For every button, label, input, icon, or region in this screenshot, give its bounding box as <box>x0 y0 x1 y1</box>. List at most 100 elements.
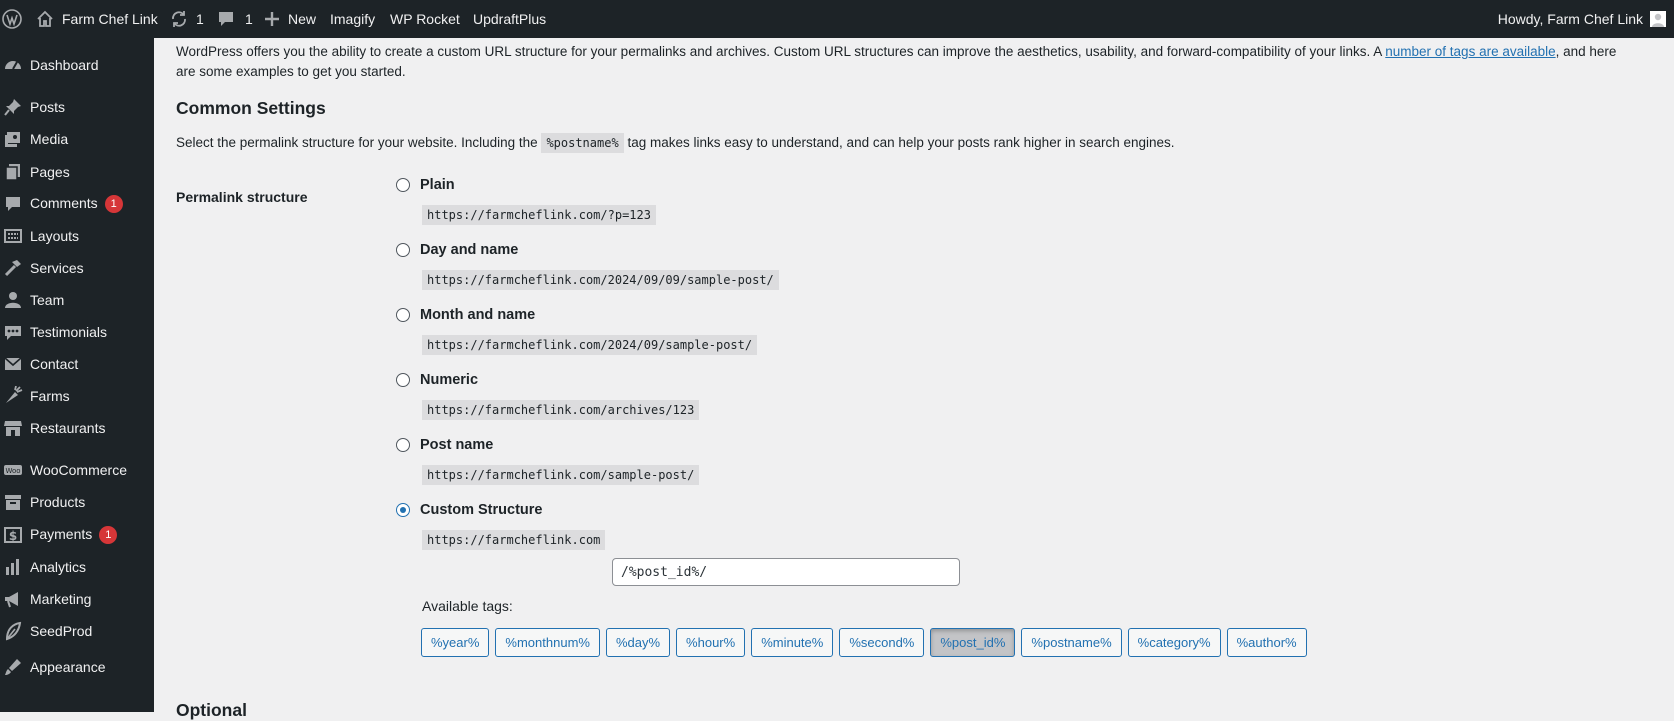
bar-chart-icon <box>3 557 23 577</box>
tag-button[interactable]: %author% <box>1226 628 1307 657</box>
option-label[interactable]: Plain <box>420 177 455 193</box>
sidebar-label-text: WooCommerce <box>30 462 127 478</box>
sidebar-item-label: Testimonials <box>30 324 107 340</box>
available-tags-list: %year% %monthnum% %day% %hour% %minute% %seco… <box>421 628 1307 657</box>
radio-month-and-name[interactable] <box>396 308 410 322</box>
sidebar-item-posts[interactable]: Posts <box>0 91 154 123</box>
comments-link[interactable]: 1 <box>217 0 253 38</box>
site-name-link[interactable]: Farm Chef Link <box>36 0 158 38</box>
dashboard-icon <box>3 55 23 75</box>
brush-icon <box>3 657 23 677</box>
sidebar-item-label: Dashboard <box>30 57 99 73</box>
tag-button[interactable]: %minute% <box>751 628 834 657</box>
tags-available-link[interactable]: number of tags are available <box>1385 44 1555 59</box>
sidebar-item-services[interactable]: Services <box>0 252 154 284</box>
tag-button[interactable]: %category% <box>1127 628 1221 657</box>
sidebar-item-woocommerce[interactable]: Woo WooCommerce <box>0 454 154 486</box>
sidebar-item-farms[interactable]: Farms <box>0 380 154 412</box>
seed-icon <box>3 621 23 641</box>
intro-paragraph: WordPress offers you the ability to crea… <box>176 42 1654 82</box>
new-content-link[interactable]: New <box>264 0 316 38</box>
intro-text: WordPress offers you the ability to crea… <box>176 44 1386 59</box>
email-icon <box>3 354 23 374</box>
sidebar-item-label: Services <box>30 260 84 276</box>
tag-button[interactable]: %day% <box>605 628 671 657</box>
sidebar-item-seedprod[interactable]: SeedProd <box>0 615 154 647</box>
sidebar-label-text: Products <box>30 494 86 510</box>
permalink-structure-label: Permalink structure <box>176 189 308 205</box>
sidebar-item-label: Media <box>30 131 68 147</box>
updates-link[interactable]: 1 <box>170 0 204 38</box>
sidebar-label-text: Restaurants <box>30 420 106 436</box>
radio-plain[interactable] <box>396 178 410 192</box>
sidebar-label-text: Team <box>30 292 65 308</box>
tag-button[interactable]: %year% <box>421 628 490 657</box>
sidebar-label-text: Dashboard <box>30 57 99 73</box>
sidebar-item-pages[interactable]: Pages <box>0 156 154 188</box>
site-name: Farm Chef Link <box>62 11 158 27</box>
sidebar-item-label: Contact <box>30 356 78 372</box>
admin-bar: Farm Chef Link 1 1 New Imagify WP Rocket… <box>0 0 1674 38</box>
option-label[interactable]: Post name <box>420 437 493 453</box>
sidebar-item-appearance[interactable]: Appearance <box>0 651 154 683</box>
sidebar-item-testimonials[interactable]: Testimonials <box>0 316 154 348</box>
sidebar-item-payments[interactable]: $ Payments 1 <box>0 519 154 551</box>
avatar <box>1650 11 1666 27</box>
my-account-link[interactable]: Howdy, Farm Chef Link <box>1498 0 1666 38</box>
available-tags-label: Available tags: <box>422 598 513 614</box>
svg-text:Woo: Woo <box>5 467 20 475</box>
tag-button[interactable]: %post_id% <box>930 628 1016 657</box>
radio-post-name[interactable] <box>396 438 410 452</box>
sidebar-item-comments[interactable]: Comments 1 <box>0 188 154 220</box>
imagify-link[interactable]: Imagify <box>330 0 375 38</box>
sidebar-item-marketing[interactable]: Marketing <box>0 583 154 615</box>
sidebar-label-text: Testimonials <box>30 324 108 340</box>
tag-button[interactable]: %hour% <box>676 628 746 657</box>
custom-structure-input[interactable] <box>612 558 960 586</box>
sidebar-item-label: Payments 1 <box>30 526 118 545</box>
sidebar-label-text: Media <box>30 131 69 147</box>
pages-icon <box>3 162 23 182</box>
radio-day-and-name[interactable] <box>396 243 410 257</box>
sidebar-item-dashboard[interactable]: Dashboard <box>0 49 154 81</box>
pin-icon <box>3 97 23 117</box>
sidebar-item-label: Team <box>30 292 64 308</box>
option-label[interactable]: Custom Structure <box>420 502 542 518</box>
tag-button[interactable]: %second% <box>839 628 925 657</box>
wordpress-logo-icon[interactable] <box>2 0 22 38</box>
example-url: https://farmcheflink.com/sample-post/ <box>422 465 700 485</box>
hammer-icon <box>3 258 23 278</box>
sidebar-label-text: Services <box>30 260 84 276</box>
sidebar-item-contact[interactable]: Contact <box>0 348 154 380</box>
desc-before: Select the permalink structure for your … <box>176 135 542 150</box>
sidebar-label-text: Pages <box>30 164 70 180</box>
sidebar-item-layouts[interactable]: Layouts <box>0 220 154 252</box>
sidebar-item-label: Farms <box>30 388 70 404</box>
person-icon <box>3 290 23 310</box>
sidebar-item-restaurants[interactable]: Restaurants <box>0 412 154 444</box>
sidebar-item-label: Products <box>30 494 85 510</box>
archive-icon <box>3 492 23 512</box>
layout-icon <box>3 226 23 246</box>
sidebar-item-label: WooCommerce <box>30 462 127 478</box>
radio-custom-structure[interactable] <box>396 503 410 517</box>
sidebar-item-products[interactable]: Products <box>0 486 154 518</box>
sidebar-item-label: Appearance <box>30 659 106 675</box>
sidebar-item-analytics[interactable]: Analytics <box>0 551 154 583</box>
wp-rocket-link[interactable]: WP Rocket <box>390 0 460 38</box>
notification-badge: 1 <box>104 195 123 214</box>
option-label[interactable]: Month and name <box>420 307 535 323</box>
sidebar-item-team[interactable]: Team <box>0 284 154 316</box>
woo-icon: Woo <box>3 460 23 480</box>
option-label[interactable]: Numeric <box>420 372 478 388</box>
radio-numeric[interactable] <box>396 373 410 387</box>
sidebar-item-label: Posts <box>30 99 65 115</box>
option-label[interactable]: Day and name <box>420 242 518 258</box>
tag-button[interactable]: %monthnum% <box>495 628 600 657</box>
media-icon <box>3 129 23 149</box>
tag-button[interactable]: %postname% <box>1021 628 1122 657</box>
sidebar-item-media[interactable]: Media <box>0 123 154 155</box>
home-icon <box>36 10 54 28</box>
svg-text:$: $ <box>9 529 17 543</box>
updraftplus-link[interactable]: UpdraftPlus <box>473 0 546 38</box>
